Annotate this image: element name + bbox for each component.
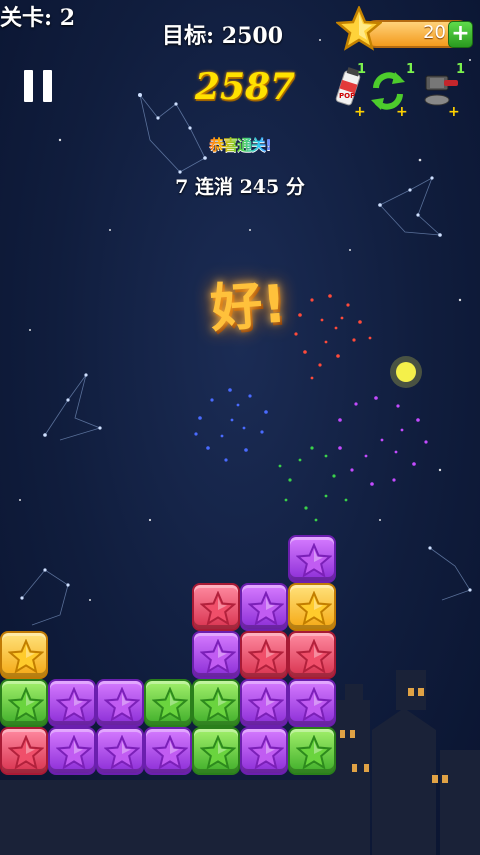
pop-label: POP — [339, 92, 355, 100]
bomb-hammer-icon — [424, 75, 458, 106]
star-icon — [8, 687, 44, 722]
star-icon — [296, 591, 332, 626]
star-tile-green[interactable] — [192, 679, 240, 727]
star-icon — [296, 687, 332, 722]
star-icon — [200, 639, 236, 674]
refresh-tool-button[interactable]: + — [368, 66, 408, 118]
star-tile-purple[interactable] — [48, 727, 96, 775]
level-label: 关卡: 2 — [0, 5, 76, 31]
star-tile-red[interactable] — [240, 631, 288, 679]
star-tile-red[interactable] — [288, 631, 336, 679]
star-tile-purple[interactable] — [288, 535, 336, 583]
star-icon — [296, 735, 332, 770]
star-tile-purple[interactable] — [288, 679, 336, 727]
pause-icon — [24, 70, 33, 102]
bomb-hammer-tool-button[interactable]: + — [420, 66, 460, 118]
star-icon — [56, 735, 92, 770]
star-icon — [248, 687, 284, 722]
target-score-label: 目标: 2500 — [162, 23, 284, 49]
star-tile-red[interactable] — [0, 727, 48, 775]
star-tile-red[interactable] — [192, 583, 240, 631]
star-tile-purple[interactable] — [240, 583, 288, 631]
star-icon — [8, 735, 44, 770]
pause-button[interactable] — [24, 70, 52, 102]
star-icon — [56, 687, 92, 722]
star-tile-yellow[interactable] — [0, 631, 48, 679]
star-tile-purple[interactable] — [96, 727, 144, 775]
star-icon — [200, 687, 236, 722]
star-icon — [152, 735, 188, 770]
bomb-hammer-count: 1 — [456, 62, 466, 77]
star-tile-purple[interactable] — [240, 727, 288, 775]
star-icon — [200, 735, 236, 770]
pop-hammer-count: 1 — [357, 62, 367, 77]
star-tile-yellow[interactable] — [288, 583, 336, 631]
coin-count: 20 — [423, 22, 446, 43]
star-icon — [152, 687, 188, 722]
star-tile-purple[interactable] — [192, 631, 240, 679]
star-icon — [104, 735, 140, 770]
star-icon — [296, 543, 332, 578]
star-tile-purple[interactable] — [144, 727, 192, 775]
star-icon — [104, 687, 140, 722]
star-tile-green[interactable] — [0, 679, 48, 727]
praise-text: 好! — [208, 274, 289, 340]
star-tile-purple[interactable] — [240, 679, 288, 727]
svg-text:+: + — [396, 104, 408, 118]
star-board — [0, 535, 480, 775]
star-icon — [248, 735, 284, 770]
star-tile-green[interactable] — [192, 727, 240, 775]
svg-text:+: + — [448, 104, 460, 118]
svg-text:+: + — [354, 104, 366, 118]
star-icon — [248, 639, 284, 674]
star-coin-icon — [336, 6, 382, 51]
star-icon — [248, 591, 284, 626]
star-tile-green[interactable] — [144, 679, 192, 727]
star-icon — [200, 591, 236, 626]
star-tile-purple[interactable] — [48, 679, 96, 727]
level-clear-banner: 恭喜通关! — [200, 134, 280, 155]
star-icon — [296, 639, 332, 674]
star-tile-purple[interactable] — [96, 679, 144, 727]
buy-coins-button[interactable]: + — [448, 21, 473, 48]
star-icon — [8, 639, 44, 674]
star-tile-green[interactable] — [288, 727, 336, 775]
current-score: 2587 — [194, 66, 296, 108]
combo-score-text: 7 连消 245 分 — [175, 176, 305, 198]
refresh-count: 1 — [406, 62, 416, 77]
